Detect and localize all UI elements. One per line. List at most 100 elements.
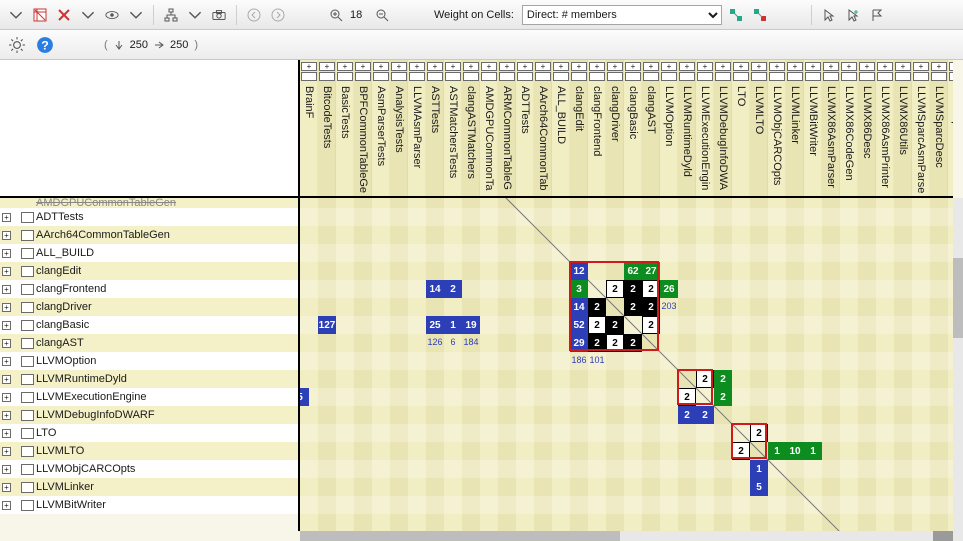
column-header[interactable]: +LLVMX86AsmPrinter [876,60,894,198]
zoom-out-icon[interactable] [372,5,392,25]
matrix-cell[interactable]: 10 [786,442,804,460]
expand-icon[interactable]: + [877,62,893,71]
dropdown-icon[interactable] [126,5,146,25]
column-header[interactable]: +clangEdit [570,60,588,198]
row-header[interactable]: +clangEdit [0,262,298,280]
matrix-cell[interactable]: 5 [300,388,309,406]
column-header[interactable]: +LLVMSparcCodeGen [948,60,953,198]
expand-icon[interactable]: + [2,213,11,222]
expand-icon[interactable]: + [2,447,11,456]
expand-icon[interactable]: + [859,62,875,71]
flag-icon[interactable] [867,5,887,25]
link-broken-icon[interactable] [750,5,770,25]
expand-icon[interactable]: + [715,62,731,71]
expand-icon[interactable]: + [2,231,11,240]
matrix-red-icon[interactable] [30,5,50,25]
expand-icon[interactable]: + [535,62,551,71]
horizontal-scrollbar[interactable] [300,531,953,541]
expand-icon[interactable]: + [499,62,515,71]
expand-icon[interactable]: + [625,62,641,71]
expand-icon[interactable]: + [2,393,11,402]
expand-icon[interactable]: + [2,465,11,474]
matrix-cell[interactable]: 1 [768,442,786,460]
expand-icon[interactable]: + [949,62,953,71]
row-header[interactable]: +clangDriver [0,298,298,316]
column-header[interactable]: +ARMCommonTableG [498,60,516,198]
help-icon[interactable]: ? [36,36,54,54]
row-header[interactable]: +LLVMOption [0,352,298,370]
expand-icon[interactable]: + [463,62,479,71]
gear-icon[interactable] [8,36,26,54]
matrix-grid[interactable]: 1262271423222261422212725119522222922222… [300,198,953,531]
expand-icon[interactable]: + [733,62,749,71]
expand-icon[interactable]: + [607,62,623,71]
column-header[interactable]: +ALL_BUILD [552,60,570,198]
expand-icon[interactable]: + [2,249,11,258]
row-header[interactable]: +AMDGPUCommonTableGen [0,198,298,208]
link-green-icon[interactable] [726,5,746,25]
expand-icon[interactable]: + [787,62,803,71]
scroll-thumb[interactable] [300,531,620,541]
expand-icon[interactable]: + [2,501,11,510]
column-header[interactable]: +AArch64CommonTab [534,60,552,198]
column-header[interactable]: +LLVMExecutionEngin [696,60,714,198]
matrix-cell[interactable]: 2 [714,370,732,388]
expand-icon[interactable]: + [2,483,11,492]
matrix-cell[interactable]: 2 [678,406,696,424]
matrix-cell[interactable]: 25 [426,316,444,334]
zoom-in-icon[interactable] [326,5,346,25]
column-header[interactable]: +BasicTests [336,60,354,198]
expand-icon[interactable]: + [391,62,407,71]
column-header[interactable]: +LLVMObjCARCOpts [768,60,786,198]
column-header[interactable]: +LTO [732,60,750,198]
row-header[interactable]: +LLVMLTO [0,442,298,460]
column-header[interactable]: +LLVMAsmParser [408,60,426,198]
row-header[interactable]: +LLVMObjCARCOpts [0,460,298,478]
column-header[interactable]: +LLVMSparcDesc [930,60,948,198]
tree-icon[interactable] [161,5,181,25]
expand-icon[interactable]: + [2,429,11,438]
row-header[interactable]: +clangAST [0,334,298,352]
expand-icon[interactable]: + [805,62,821,71]
scroll-end[interactable] [933,531,953,541]
matrix-cell[interactable]: 2 [714,388,732,406]
column-header[interactable]: +clangAST [642,60,660,198]
expand-icon[interactable]: + [373,62,389,71]
expand-icon[interactable]: + [301,62,317,71]
dropdown-icon[interactable] [6,5,26,25]
column-header[interactable]: +LLVMRuntimeDyld [678,60,696,198]
expand-icon[interactable]: + [409,62,425,71]
expand-icon[interactable]: + [2,321,11,330]
row-header[interactable]: +AArch64CommonTableGen [0,226,298,244]
expand-icon[interactable]: + [661,62,677,71]
row-header[interactable]: +clangFrontend [0,280,298,298]
column-header[interactable]: +AMDGPUCommonTa [480,60,498,198]
column-header[interactable]: +ASTTests [426,60,444,198]
expand-icon[interactable]: + [2,411,11,420]
expand-icon[interactable]: + [2,285,11,294]
expand-icon[interactable]: + [427,62,443,71]
expand-icon[interactable]: + [553,62,569,71]
column-header[interactable]: +LLVMX86CodeGen [840,60,858,198]
expand-icon[interactable]: + [913,62,929,71]
column-header[interactable]: +clangBasic [624,60,642,198]
matrix-cell[interactable]: 26 [660,280,678,298]
expand-icon[interactable]: + [2,357,11,366]
cursor-plus-icon[interactable] [843,5,863,25]
clear-x-icon[interactable] [54,5,74,25]
column-header[interactable]: +LLVMX86Desc [858,60,876,198]
expand-icon[interactable]: + [751,62,767,71]
matrix-cell[interactable]: 5 [750,478,768,496]
column-header[interactable]: +LLVMX86AsmParser [822,60,840,198]
row-header[interactable]: +LTO [0,424,298,442]
expand-icon[interactable]: + [337,62,353,71]
column-header[interactable]: +AnalysisTests [390,60,408,198]
dropdown-icon[interactable] [185,5,205,25]
expand-icon[interactable]: + [481,62,497,71]
column-header[interactable]: +clangDriver [606,60,624,198]
matrix-cell[interactable]: 2 [696,406,714,424]
expand-icon[interactable]: + [643,62,659,71]
column-header[interactable]: +BitcodeTests [318,60,336,198]
column-header[interactable]: +ASTMatchersTests [444,60,462,198]
weight-select[interactable]: Direct: # members [522,5,722,25]
